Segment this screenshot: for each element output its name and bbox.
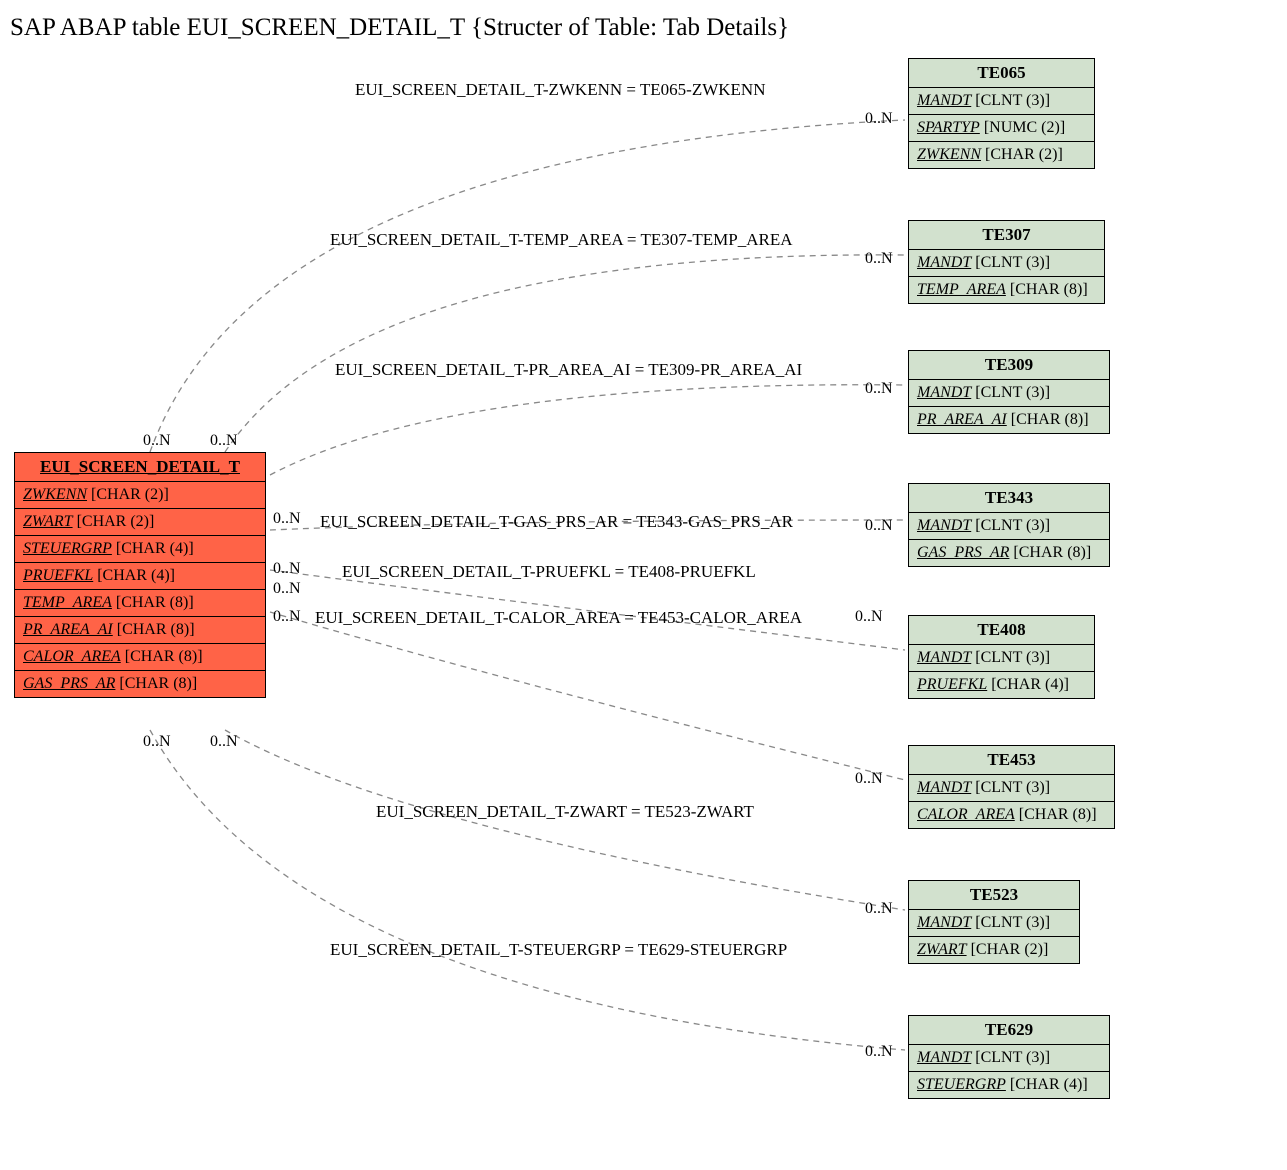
entity-field: ZWKENN [CHAR (2)] — [909, 142, 1094, 168]
relation-label: EUI_SCREEN_DETAIL_T-ZWKENN = TE065-ZWKEN… — [355, 80, 766, 100]
entity-field: MANDT [CLNT (3)] — [909, 88, 1094, 115]
relation-label: EUI_SCREEN_DETAIL_T-PR_AREA_AI = TE309-P… — [335, 360, 802, 380]
cardinality-label: 0..N — [865, 1043, 893, 1061]
relation-label: EUI_SCREEN_DETAIL_T-CALOR_AREA = TE453-C… — [315, 608, 802, 628]
entity-field: MANDT [CLNT (3)] — [909, 250, 1104, 277]
cardinality-label: 0..N — [273, 608, 301, 626]
cardinality-label: 0..N — [210, 733, 238, 751]
entity-te629: TE629 MANDT [CLNT (3)] STEUERGRP [CHAR (… — [908, 1015, 1110, 1099]
entity-header: TE343 — [909, 484, 1109, 513]
relation-label: EUI_SCREEN_DETAIL_T-TEMP_AREA = TE307-TE… — [330, 230, 793, 250]
entity-header: TE307 — [909, 221, 1104, 250]
entity-te343: TE343 MANDT [CLNT (3)] GAS_PRS_AR [CHAR … — [908, 483, 1110, 567]
entity-header: TE453 — [909, 746, 1114, 775]
entity-field: PR_AREA_AI [CHAR (8)] — [15, 617, 265, 644]
entity-field: TEMP_AREA [CHAR (8)] — [15, 590, 265, 617]
entity-field: MANDT [CLNT (3)] — [909, 775, 1114, 802]
entity-te309: TE309 MANDT [CLNT (3)] PR_AREA_AI [CHAR … — [908, 350, 1110, 434]
cardinality-label: 0..N — [273, 560, 301, 578]
entity-field: PRUEFKL [CHAR (4)] — [909, 672, 1094, 698]
entity-header: TE523 — [909, 881, 1079, 910]
cardinality-label: 0..N — [865, 517, 893, 535]
entity-header: TE065 — [909, 59, 1094, 88]
cardinality-label: 0..N — [855, 770, 883, 788]
entity-te453: TE453 MANDT [CLNT (3)] CALOR_AREA [CHAR … — [908, 745, 1115, 829]
entity-header: TE309 — [909, 351, 1109, 380]
entity-field: CALOR_AREA [CHAR (8)] — [909, 802, 1114, 828]
entity-field: SPARTYP [NUMC (2)] — [909, 115, 1094, 142]
entity-te523: TE523 MANDT [CLNT (3)] ZWART [CHAR (2)] — [908, 880, 1080, 964]
entity-field: STEUERGRP [CHAR (4)] — [909, 1072, 1109, 1098]
relation-label: EUI_SCREEN_DETAIL_T-GAS_PRS_AR = TE343-G… — [320, 512, 793, 532]
entity-main-header: EUI_SCREEN_DETAIL_T — [15, 453, 265, 482]
entity-field: MANDT [CLNT (3)] — [909, 645, 1094, 672]
entity-te408: TE408 MANDT [CLNT (3)] PRUEFKL [CHAR (4)… — [908, 615, 1095, 699]
entity-field: ZWART [CHAR (2)] — [15, 509, 265, 536]
cardinality-label: 0..N — [865, 110, 893, 128]
entity-field: ZWKENN [CHAR (2)] — [15, 482, 265, 509]
entity-field: PRUEFKL [CHAR (4)] — [15, 563, 265, 590]
entity-field: PR_AREA_AI [CHAR (8)] — [909, 407, 1109, 433]
entity-header: TE408 — [909, 616, 1094, 645]
entity-field: GAS_PRS_AR [CHAR (8)] — [15, 671, 265, 697]
entity-field: MANDT [CLNT (3)] — [909, 1045, 1109, 1072]
cardinality-label: 0..N — [855, 608, 883, 626]
cardinality-label: 0..N — [273, 580, 301, 598]
entity-te307: TE307 MANDT [CLNT (3)] TEMP_AREA [CHAR (… — [908, 220, 1105, 304]
cardinality-label: 0..N — [143, 733, 171, 751]
entity-field: STEUERGRP [CHAR (4)] — [15, 536, 265, 563]
entity-main: EUI_SCREEN_DETAIL_T ZWKENN [CHAR (2)] ZW… — [14, 452, 266, 698]
entity-field: ZWART [CHAR (2)] — [909, 937, 1079, 963]
relation-label: EUI_SCREEN_DETAIL_T-PRUEFKL = TE408-PRUE… — [342, 562, 756, 582]
entity-field: TEMP_AREA [CHAR (8)] — [909, 277, 1104, 303]
entity-te065: TE065 MANDT [CLNT (3)] SPARTYP [NUMC (2)… — [908, 58, 1095, 169]
entity-field: GAS_PRS_AR [CHAR (8)] — [909, 540, 1109, 566]
cardinality-label: 0..N — [865, 380, 893, 398]
entity-field: MANDT [CLNT (3)] — [909, 380, 1109, 407]
relation-label: EUI_SCREEN_DETAIL_T-STEUERGRP = TE629-ST… — [330, 940, 787, 960]
page-title: SAP ABAP table EUI_SCREEN_DETAIL_T {Stru… — [10, 14, 789, 42]
entity-field: CALOR_AREA [CHAR (8)] — [15, 644, 265, 671]
entity-header: TE629 — [909, 1016, 1109, 1045]
relation-label: EUI_SCREEN_DETAIL_T-ZWART = TE523-ZWART — [376, 802, 754, 822]
cardinality-label: 0..N — [210, 432, 238, 450]
cardinality-label: 0..N — [143, 432, 171, 450]
cardinality-label: 0..N — [273, 510, 301, 528]
cardinality-label: 0..N — [865, 900, 893, 918]
cardinality-label: 0..N — [865, 250, 893, 268]
entity-field: MANDT [CLNT (3)] — [909, 513, 1109, 540]
entity-field: MANDT [CLNT (3)] — [909, 910, 1079, 937]
